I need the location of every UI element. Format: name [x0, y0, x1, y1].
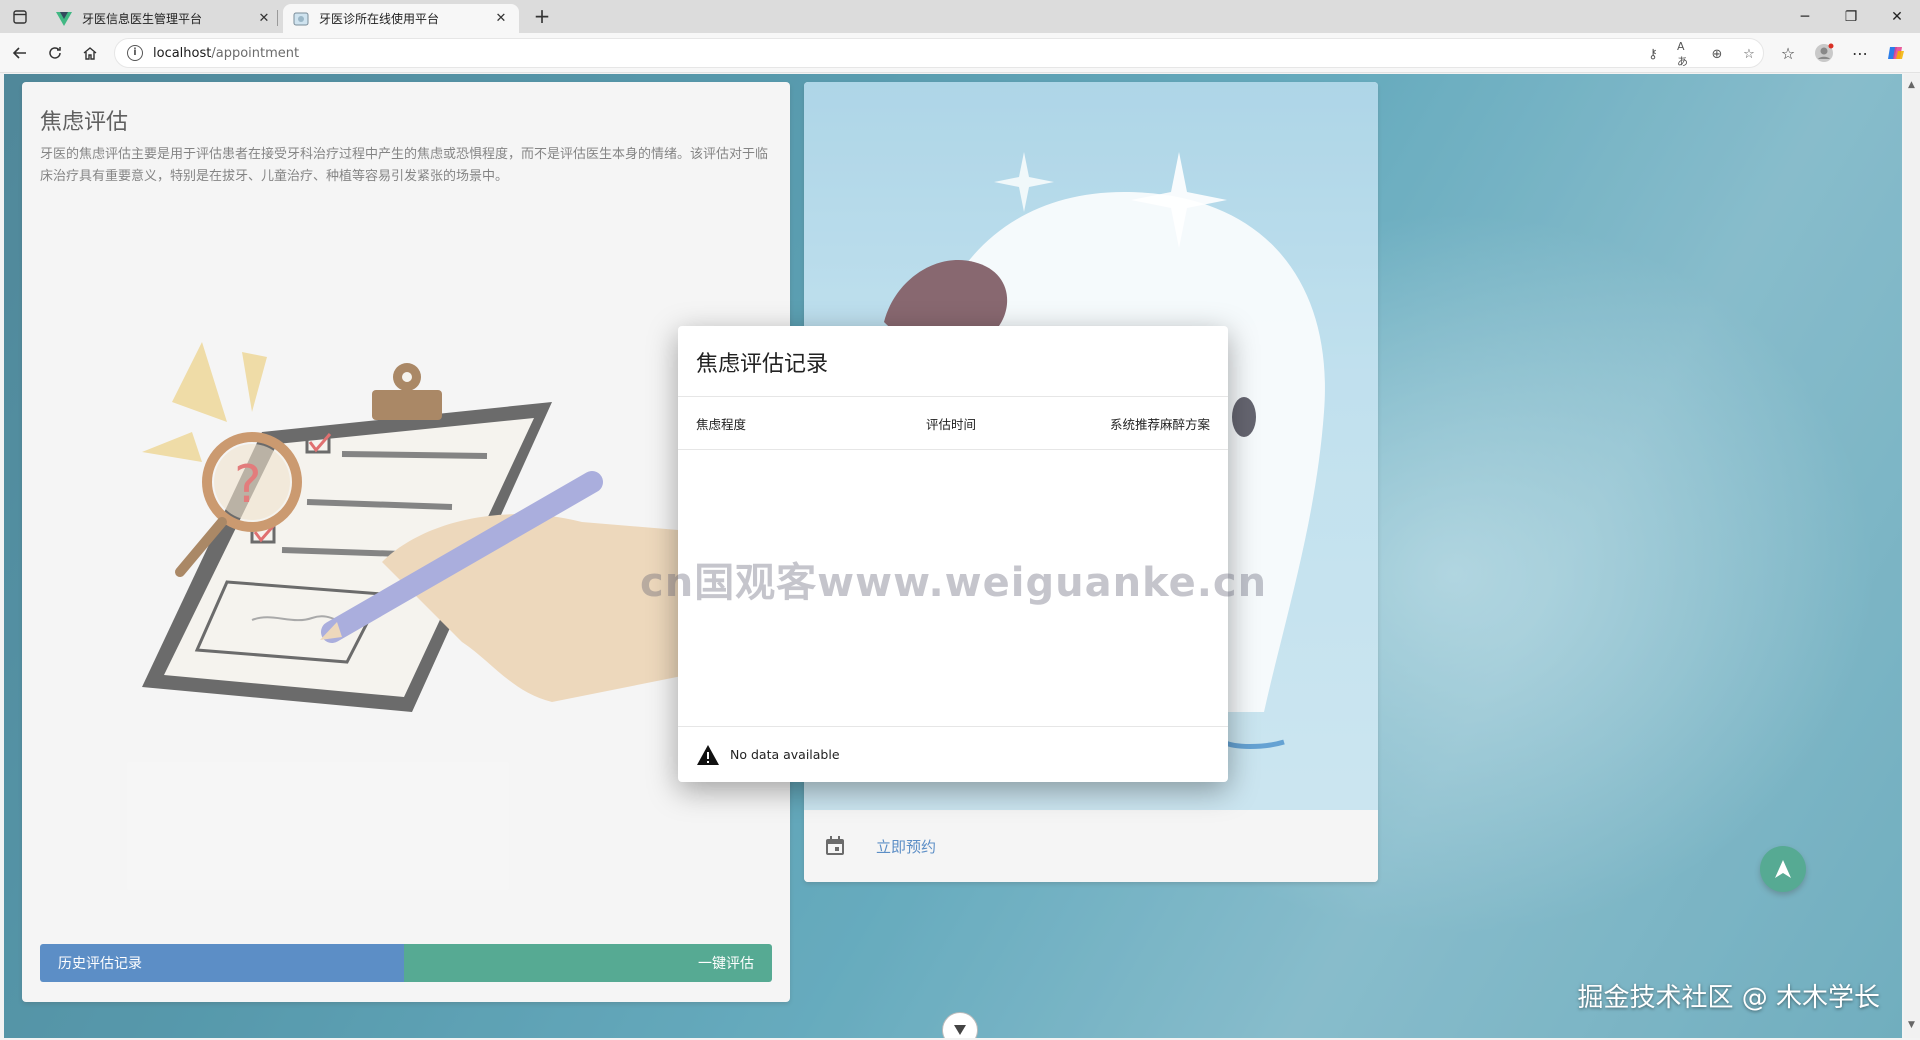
- one-click-assess-button[interactable]: 一键评估: [404, 944, 772, 982]
- svg-text:?: ?: [234, 455, 262, 515]
- column-assessment-time[interactable]: 评估时间: [926, 414, 976, 433]
- watermark-text: cn国观客www.weiguanke.cn: [640, 560, 1268, 606]
- scroll-down-arrow-icon[interactable]: ▼: [1908, 1020, 1916, 1030]
- key-icon[interactable]: ⚷: [1645, 46, 1661, 62]
- page-favicon-icon: [293, 11, 309, 27]
- vue-logo-icon: [56, 11, 72, 27]
- column-anxiety-level[interactable]: 焦虑程度: [696, 414, 746, 433]
- scroll-down-button[interactable]: [942, 1012, 978, 1038]
- column-recommended-anesthesia[interactable]: 系统推荐麻醉方案: [1110, 414, 1210, 433]
- new-tab-button[interactable]: +: [530, 5, 554, 29]
- profile-avatar[interactable]: [1812, 41, 1836, 65]
- back-arrow-icon[interactable]: [8, 41, 32, 65]
- tab-doctor-platform[interactable]: 牙医信息医生管理平台 ✕: [46, 4, 282, 33]
- appointment-card: 立即预约: [804, 82, 1378, 882]
- clipboard-illustration: ?: [142, 342, 702, 712]
- browser-toolbar: i localhost/appointment ⚷ Aあ ⊕ ☆ ☆ ⋯: [0, 33, 1920, 73]
- tab-title: 牙医诊所在线使用平台: [319, 12, 440, 26]
- card-title: 焦虑评估: [40, 110, 129, 135]
- copilot-icon[interactable]: [1884, 41, 1908, 65]
- translate-icon[interactable]: Aあ: [1677, 40, 1693, 68]
- calendar-icon: [826, 836, 844, 855]
- tab-separator: [277, 10, 278, 26]
- tab-close-icon[interactable]: ✕: [256, 11, 272, 26]
- tab-bar: 牙医信息医生管理平台 ✕ 牙医诊所在线使用平台 ✕ + ─ ❐ ✕: [0, 0, 1920, 33]
- background-decor: [1034, 214, 1874, 934]
- minimize-button[interactable]: ─: [1782, 0, 1828, 33]
- credit-text: 掘金技术社区 @ 木木学长: [1577, 983, 1880, 1013]
- records-table-header: 焦虑程度 评估时间 系统推荐麻醉方案: [678, 396, 1228, 450]
- empty-state: No data available: [678, 726, 1228, 782]
- tab-title: 牙医信息医生管理平台: [82, 12, 203, 26]
- url-path: /appointment: [211, 45, 300, 61]
- navigate-fab-button[interactable]: [1760, 846, 1806, 892]
- reload-icon[interactable]: [43, 41, 67, 65]
- warning-icon: [697, 744, 719, 765]
- zoom-icon[interactable]: ⊕: [1709, 46, 1725, 62]
- anxiety-assessment-card: 焦虑评估 牙医的焦虑评估主要是用于评估患者在接受牙科治疗过程中产生的焦虑或恐惧程…: [22, 82, 790, 1002]
- tooth-illustration: [804, 82, 1378, 810]
- page-scrollbar[interactable]: ▲ ▼: [1904, 74, 1920, 1038]
- favorite-star-icon[interactable]: ☆: [1741, 46, 1757, 62]
- scroll-up-arrow-icon[interactable]: ▲: [1908, 80, 1916, 90]
- restore-button[interactable]: ❐: [1828, 0, 1874, 33]
- home-icon[interactable]: [78, 41, 102, 65]
- tab-actions-icon[interactable]: [10, 7, 30, 27]
- tab-clinic-platform[interactable]: 牙医诊所在线使用平台 ✕: [283, 4, 519, 33]
- close-window-button[interactable]: ✕: [1874, 0, 1920, 33]
- anxiety-records-dialog: 焦虑评估记录 焦虑程度 评估时间 系统推荐麻醉方案 No data availa…: [678, 326, 1228, 782]
- tooth-cartoon: [884, 152, 1325, 749]
- page-viewport: 焦虑评估 牙医的焦虑评估主要是用于评估患者在接受牙科治疗过程中产生的焦虑或恐惧程…: [4, 74, 1902, 1038]
- empty-state-text: No data available: [730, 747, 840, 762]
- chevron-down-icon: [954, 1025, 966, 1035]
- card-actions: 历史评估记录 一键评估: [40, 944, 772, 982]
- favorites-icon[interactable]: ☆: [1776, 41, 1800, 65]
- dialog-title: 焦虑评估记录: [696, 352, 829, 377]
- card-description: 牙医的焦虑评估主要是用于评估患者在接受牙科治疗过程中产生的焦虑或恐惧程度，而不是…: [40, 147, 769, 184]
- site-info-icon[interactable]: i: [127, 45, 143, 61]
- book-now-link[interactable]: 立即预约: [876, 836, 936, 857]
- history-records-button[interactable]: 历史评估记录: [40, 944, 404, 982]
- address-bar[interactable]: i localhost/appointment ⚷ Aあ ⊕ ☆: [114, 38, 1764, 68]
- appointment-footer: 立即预约: [804, 810, 1378, 882]
- modal-scrim[interactable]: [4, 74, 1902, 1038]
- url-host: localhost: [153, 45, 212, 61]
- tab-close-icon[interactable]: ✕: [493, 11, 509, 26]
- more-menu-icon[interactable]: ⋯: [1848, 41, 1872, 65]
- navigation-arrow-icon: [1775, 860, 1791, 878]
